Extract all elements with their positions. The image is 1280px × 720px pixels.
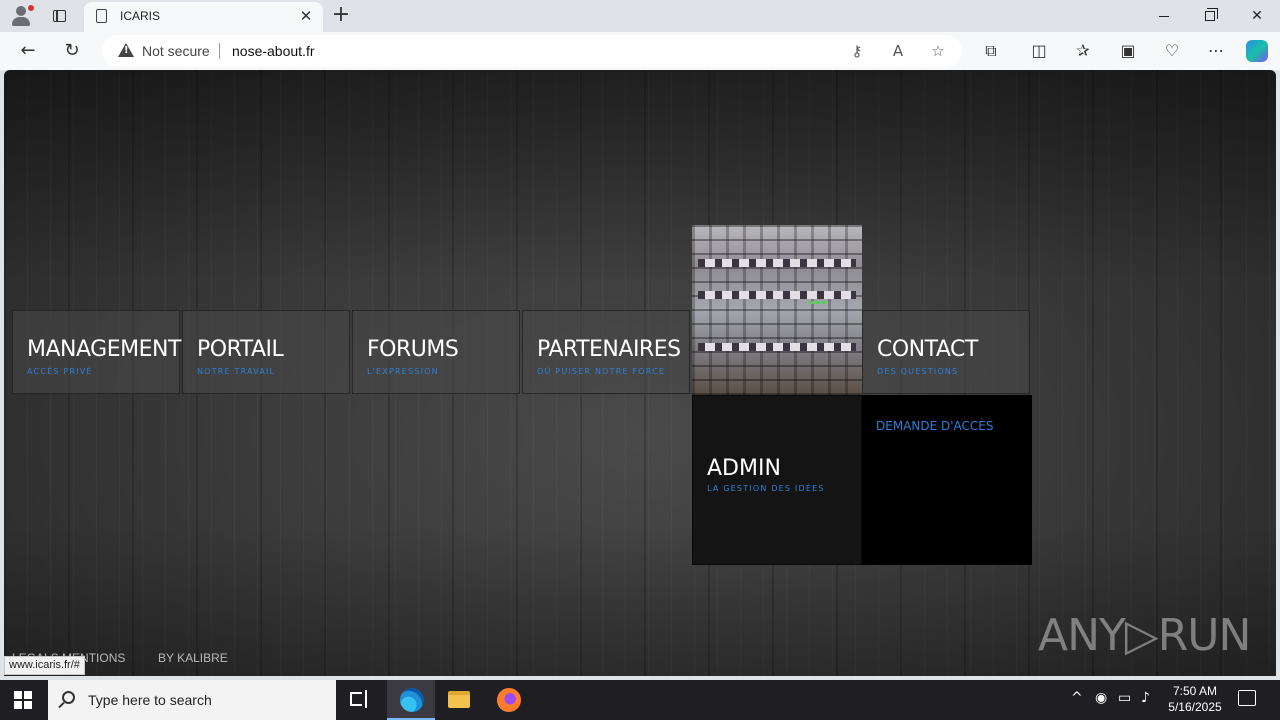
favorite-star-icon[interactable]: ☆: [927, 40, 949, 62]
status-bar-url: www.icaris.fr/#: [4, 656, 85, 675]
task-view-icon: [348, 690, 370, 710]
network-icon[interactable]: ▭: [1118, 690, 1131, 706]
tile-subtitle: L'EXPRESSION: [367, 367, 439, 376]
watermark-text: ANY▷RUN: [1038, 610, 1251, 661]
url-text[interactable]: nose-about.fr: [232, 43, 315, 59]
tile-title: CONTACT: [877, 337, 978, 362]
edge-icon: [400, 688, 424, 712]
tile-contact[interactable]: CONTACT DES QUESTIONS: [862, 310, 1030, 394]
page-viewport: MANAGEMENT ACCÈS PRIVÉ PORTAIL NOTRE TRA…: [4, 70, 1276, 676]
tile-partenaires[interactable]: PARTENAIRES OÙ PUISER NOTRE FORCE: [522, 310, 690, 394]
address-divider: [219, 43, 220, 59]
tile-subtitle: ACCÈS PRIVÉ: [27, 367, 93, 376]
browser-toolbar: ← ↻ Not secure nose-about.fr ⚷ A ☆ ⧉ ◫ ✰…: [0, 32, 1280, 70]
new-tab-button[interactable]: +: [330, 4, 352, 26]
search-icon: [62, 691, 75, 704]
address-bar[interactable]: Not secure nose-about.fr ⚷ A ☆: [102, 35, 962, 67]
server-rack-image: [692, 225, 862, 395]
more-menu-icon[interactable]: ⋯: [1203, 39, 1229, 63]
tile-subtitle: NOTRE TRAVAIL: [197, 367, 276, 376]
split-screen-icon[interactable]: ◫: [1026, 39, 1052, 63]
profile-icon[interactable]: [8, 4, 34, 28]
tile-title: MANAGEMENT: [27, 337, 181, 362]
back-icon[interactable]: ←: [15, 39, 41, 63]
taskbar: Type here to search ^ ◉ ▭ ♪ 7:50 AM 5/16…: [0, 680, 1280, 720]
credit-link[interactable]: BY KALIBRE: [158, 651, 228, 665]
clock-date: 5/16/2025: [1168, 700, 1222, 714]
tile-title: PARTENAIRES: [537, 337, 681, 362]
tab-close-icon[interactable]: ✕: [297, 7, 315, 25]
tab-title: ICARIS: [120, 9, 161, 23]
tile-access-request[interactable]: DEMANDE D'ACCÈS: [862, 395, 1032, 565]
close-window-button[interactable]: ✕: [1234, 0, 1280, 32]
collections-icon[interactable]: ▣: [1115, 39, 1141, 63]
browser-essentials-icon[interactable]: ♡: [1159, 39, 1185, 63]
start-button[interactable]: [14, 691, 32, 709]
tab-strip: ICARIS ✕ + ✕: [0, 0, 1280, 32]
tile-admin[interactable]: ADMIN LA GESTION DES IDÉES: [692, 395, 862, 565]
tab-actions-icon[interactable]: [50, 7, 70, 25]
tile-portail[interactable]: PORTAIL NOTRE TRAVAIL: [182, 310, 350, 394]
refresh-icon[interactable]: ↻: [59, 39, 85, 63]
taskbar-firefox[interactable]: [484, 680, 532, 720]
tile-forums[interactable]: FORUMS L'EXPRESSION: [352, 310, 520, 394]
tile-title: PORTAIL: [197, 337, 284, 362]
page-icon: [96, 9, 107, 23]
restore-button[interactable]: [1187, 0, 1233, 32]
copilot-icon[interactable]: [1246, 40, 1268, 62]
read-aloud-icon[interactable]: A: [887, 40, 909, 62]
tile-management[interactable]: MANAGEMENT ACCÈS PRIVÉ: [12, 310, 181, 394]
firefox-icon: [497, 688, 521, 712]
clock-time: 7:50 AM: [1172, 684, 1218, 698]
tile-title: ADMIN: [707, 456, 781, 481]
search-placeholder: Type here to search: [88, 692, 212, 708]
warning-icon[interactable]: [118, 43, 134, 57]
taskbar-edge[interactable]: [387, 680, 435, 720]
onedrive-icon[interactable]: ◉: [1095, 690, 1107, 706]
notification-icon[interactable]: [1238, 690, 1256, 706]
volume-icon[interactable]: ♪: [1141, 690, 1150, 706]
extensions-icon[interactable]: ⧉: [978, 39, 1004, 63]
tile-subtitle: DES QUESTIONS: [877, 367, 959, 376]
browser-tab[interactable]: ICARIS ✕: [84, 2, 323, 32]
taskbar-search[interactable]: Type here to search: [48, 680, 336, 720]
taskbar-clock[interactable]: 7:50 AM 5/16/2025: [1160, 683, 1230, 715]
favorites-icon[interactable]: ✰: [1070, 39, 1096, 63]
access-request-link[interactable]: DEMANDE D'ACCÈS: [876, 419, 994, 433]
task-view-button[interactable]: [338, 680, 386, 720]
folder-icon: [448, 691, 470, 708]
tile-subtitle: LA GESTION DES IDÉES: [707, 484, 825, 493]
anyrun-watermark: ANY▷RUN: [1038, 610, 1251, 661]
tile-title: FORUMS: [367, 337, 459, 362]
minimize-button[interactable]: [1141, 0, 1187, 32]
security-label[interactable]: Not secure: [142, 43, 210, 59]
key-icon[interactable]: ⚷: [846, 40, 868, 62]
show-hidden-icons[interactable]: ^: [1071, 690, 1083, 706]
tile-subtitle: OÙ PUISER NOTRE FORCE: [537, 367, 666, 376]
taskbar-file-explorer[interactable]: [435, 680, 483, 720]
